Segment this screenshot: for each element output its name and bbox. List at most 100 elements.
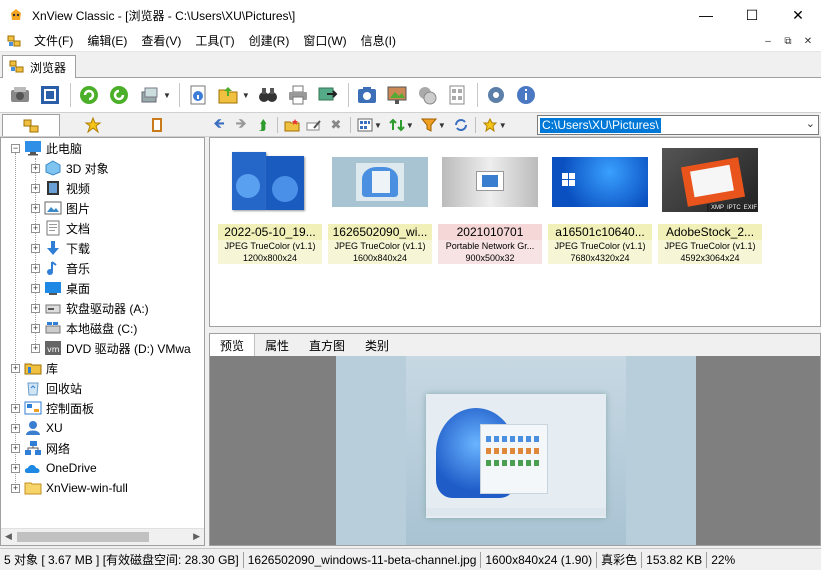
view-mode-dropdown-icon[interactable]: ▼ — [374, 121, 382, 130]
parent-folder-button[interactable]: ⮭ — [252, 115, 274, 135]
expand-icon[interactable]: + — [31, 223, 40, 233]
settings-gear-button[interactable] — [482, 81, 510, 109]
folder-tree[interactable]: − 此电脑 + 3D 对象 + 视频 + 图片 + 文档 + 下载 + 音乐 +… — [0, 137, 205, 546]
scrollbar-thumb[interactable] — [17, 532, 149, 542]
batch-convert-button[interactable] — [413, 81, 441, 109]
tab-favorites[interactable] — [64, 114, 122, 136]
tab-properties[interactable]: 属性 — [255, 334, 299, 356]
expand-icon[interactable]: + — [11, 363, 20, 373]
open-folder-button[interactable] — [214, 81, 242, 109]
capture-button[interactable] — [353, 81, 381, 109]
path-dropdown-icon[interactable]: ⌄ — [806, 117, 815, 130]
preview-canvas[interactable] — [210, 356, 820, 545]
open-dropdown-icon[interactable]: ▼ — [242, 91, 250, 100]
tab-browser[interactable]: 浏览器 — [2, 55, 76, 78]
mdi-minimize-button[interactable]: – — [759, 33, 777, 49]
thumbnail-item-selected[interactable]: 1626502090_wi... JPEG TrueColor (v1.1) 1… — [328, 146, 432, 264]
expand-icon[interactable]: + — [11, 443, 20, 453]
sort-button[interactable] — [386, 115, 408, 135]
close-button[interactable]: ✕ — [775, 0, 821, 30]
expand-icon[interactable]: + — [31, 203, 40, 213]
wallpaper-button[interactable] — [383, 81, 411, 109]
filter-dropdown-icon[interactable]: ▼ — [438, 121, 446, 130]
path-input[interactable]: C:\Users\XU\Pictures\ ⌄ — [537, 115, 819, 135]
menu-view[interactable]: 查看(V) — [134, 30, 188, 52]
tree-item-onedrive[interactable]: + OneDrive — [11, 458, 97, 478]
tree-item-pictures[interactable]: + 图片 — [31, 198, 90, 218]
tree-item-downloads[interactable]: + 下载 — [31, 238, 90, 258]
expand-icon[interactable]: + — [31, 163, 40, 173]
menu-create[interactable]: 创建(R) — [242, 30, 297, 52]
tree-item-control-panel[interactable]: + 控制面板 — [11, 398, 94, 418]
tree-item-this-pc[interactable]: − 此电脑 — [11, 138, 82, 158]
thumbnail-item[interactable]: a16501c10640... JPEG TrueColor (v1.1) 76… — [548, 146, 652, 264]
tree-horizontal-scrollbar[interactable]: ◀ ▶ — [1, 528, 204, 545]
favorite-dropdown-icon[interactable]: ▼ — [499, 121, 507, 130]
expand-icon[interactable]: + — [11, 463, 20, 473]
tree-item-recycle-bin[interactable]: 回收站 — [11, 378, 82, 398]
menu-info[interactable]: 信息(I) — [354, 30, 403, 52]
menu-window[interactable]: 窗口(W) — [296, 30, 353, 52]
sync-button[interactable] — [450, 115, 472, 135]
xnview-app-icon[interactable] — [8, 7, 24, 23]
thumbnail-item[interactable]: 2022-05-10_19... JPEG TrueColor (v1.1) 1… — [218, 146, 322, 264]
filter-button[interactable] — [418, 115, 440, 135]
menu-tools[interactable]: 工具(T) — [188, 30, 241, 52]
contact-sheet-button[interactable] — [443, 81, 471, 109]
back-button[interactable]: 🡸 — [208, 115, 230, 135]
print-button[interactable] — [284, 81, 312, 109]
export-button[interactable] — [314, 81, 342, 109]
expand-icon[interactable]: + — [31, 263, 40, 273]
delete-button[interactable]: ✖ — [325, 115, 347, 135]
new-folder-button[interactable] — [281, 115, 303, 135]
expand-icon[interactable]: + — [31, 283, 40, 293]
thumbnail-item[interactable]: ​ XMP IPTC EXIF AdobeStock_2... JPEG Tru… — [658, 146, 762, 264]
scroll-right-icon[interactable]: ▶ — [193, 531, 200, 542]
maximize-button[interactable]: ☐ — [729, 0, 775, 30]
tree-item-floppy[interactable]: + 软盘驱动器 (A:) — [31, 298, 149, 318]
tree-item-libraries[interactable]: + 库 — [11, 358, 58, 378]
slideshow-button[interactable] — [135, 81, 163, 109]
expand-icon[interactable]: + — [11, 403, 20, 413]
expand-icon[interactable]: + — [31, 243, 40, 253]
tab-preview[interactable]: 预览 — [210, 334, 256, 356]
tree-item-dvd-d[interactable]: + vm DVD 驱动器 (D:) VMwa — [31, 338, 191, 358]
forward-button[interactable]: 🡺 — [230, 115, 252, 135]
thumbnail-view[interactable]: 2022-05-10_19... JPEG TrueColor (v1.1) 1… — [209, 137, 821, 327]
mdi-close-button[interactable]: ✕ — [799, 33, 817, 49]
tree-item-music[interactable]: + 音乐 — [31, 258, 90, 278]
expand-icon[interactable]: + — [11, 483, 20, 493]
reload-button[interactable] — [105, 81, 133, 109]
tree-item-desktop[interactable]: + 桌面 — [31, 278, 90, 298]
tab-categories-info[interactable]: 类别 — [355, 334, 399, 356]
properties-button[interactable] — [184, 81, 212, 109]
tab-categories[interactable] — [128, 114, 186, 136]
view-mode-button[interactable] — [354, 115, 376, 135]
expand-icon[interactable]: + — [31, 183, 40, 193]
acquire-button[interactable] — [6, 81, 34, 109]
mdi-restore-button[interactable]: ⧉ — [779, 33, 797, 49]
sort-dropdown-icon[interactable]: ▼ — [406, 121, 414, 130]
menu-edit[interactable]: 编辑(E) — [80, 30, 134, 52]
thumbnail-item[interactable]: 2021010701 Portable Network Gr... 900x50… — [438, 146, 542, 264]
tree-item-user-xu[interactable]: + XU — [11, 418, 63, 438]
add-favorite-button[interactable] — [479, 115, 501, 135]
refresh-button[interactable] — [75, 81, 103, 109]
fullscreen-button[interactable] — [36, 81, 64, 109]
collapse-icon[interactable]: − — [11, 143, 20, 153]
scroll-left-icon[interactable]: ◀ — [5, 531, 12, 542]
expand-icon[interactable]: + — [31, 323, 40, 333]
minimize-button[interactable]: — — [683, 0, 729, 30]
rename-button[interactable] — [303, 115, 325, 135]
tab-histogram[interactable]: 直方图 — [299, 334, 355, 356]
expand-icon[interactable]: + — [11, 423, 20, 433]
tree-item-xnview-folder[interactable]: + XnView-win-full — [11, 478, 128, 498]
about-info-button[interactable] — [512, 81, 540, 109]
expand-icon[interactable]: + — [31, 303, 40, 313]
tree-item-network[interactable]: + 网络 — [11, 438, 70, 458]
tree-item-local-disk-c[interactable]: + 本地磁盘 (C:) — [31, 318, 137, 338]
find-button[interactable] — [254, 81, 282, 109]
tree-item-documents[interactable]: + 文档 — [31, 218, 90, 238]
browser-menu-icon[interactable] — [7, 33, 23, 49]
menu-file[interactable]: 文件(F) — [27, 30, 80, 52]
